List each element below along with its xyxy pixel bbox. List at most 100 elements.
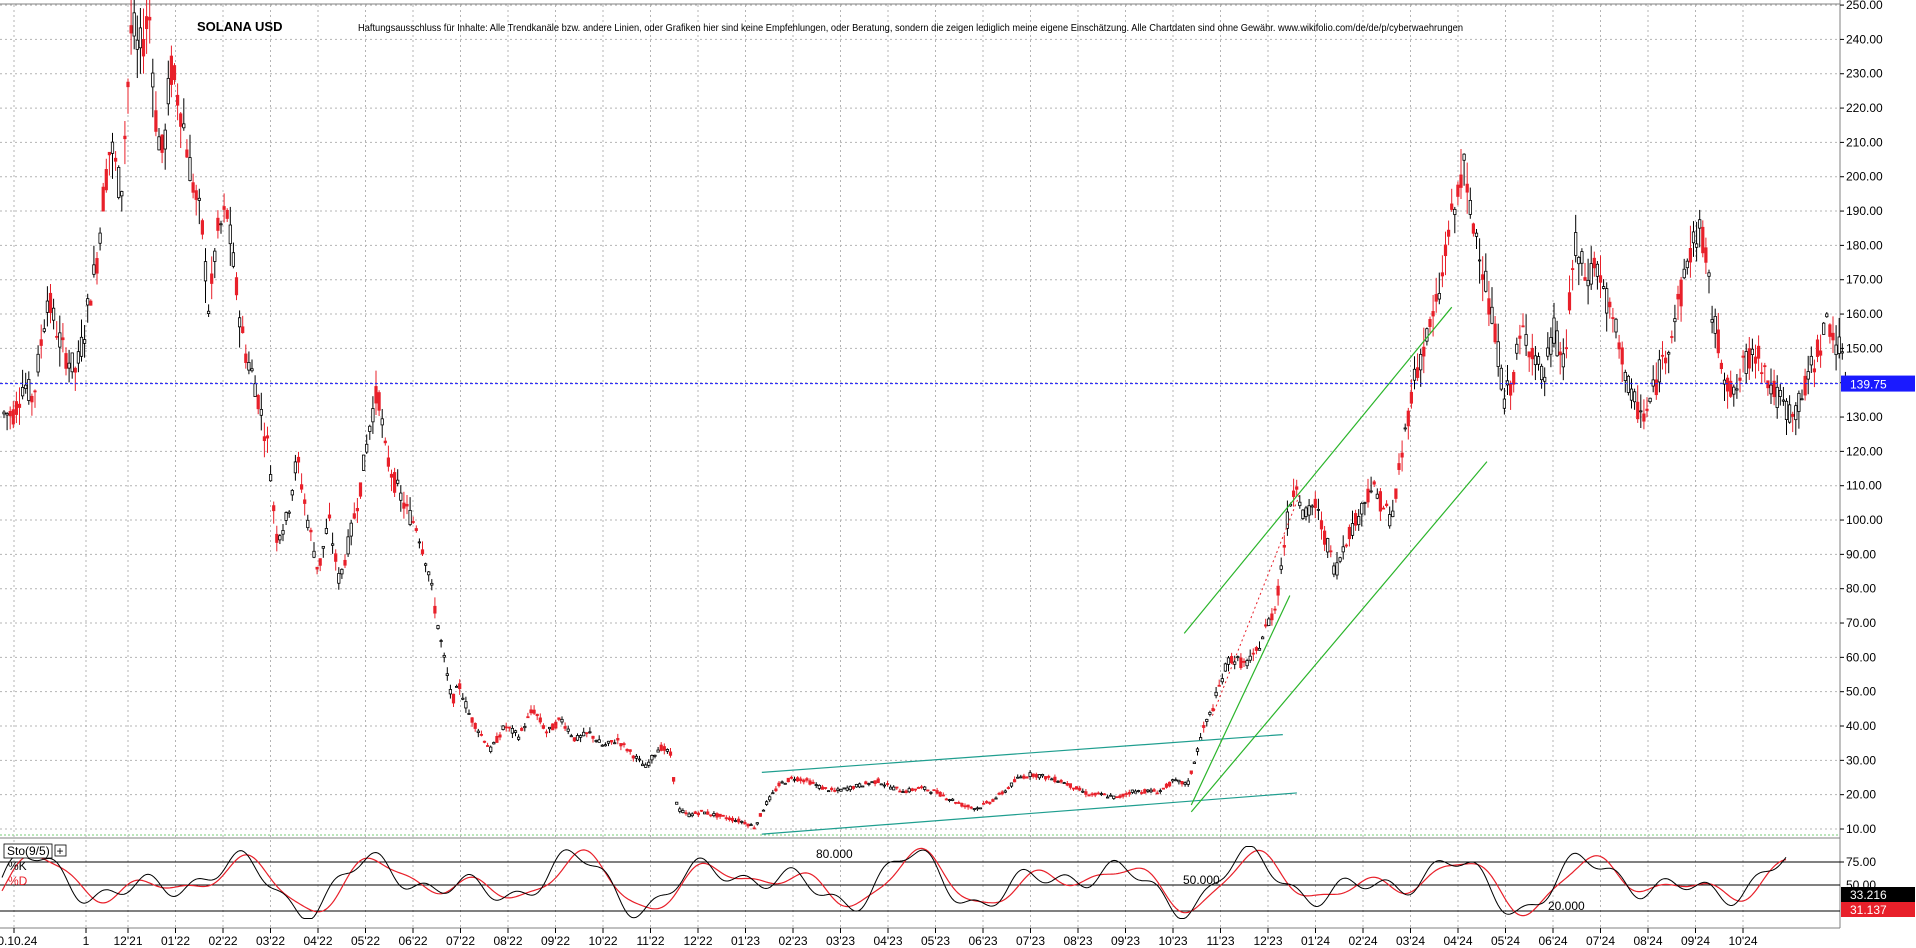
candle-body: [1468, 200, 1472, 215]
candle-body: [411, 521, 415, 523]
candle-body: [157, 136, 161, 151]
candle-body: [805, 778, 809, 781]
candle-body: [1304, 507, 1308, 517]
candle-body: [132, 12, 136, 37]
candle-body: [1344, 544, 1348, 547]
candle-body: [1543, 376, 1547, 382]
candle-body: [1809, 355, 1813, 366]
candle-body: [1781, 399, 1785, 402]
candle-body: [1350, 523, 1355, 536]
candle-body: [1555, 330, 1559, 357]
candle-body: [262, 436, 267, 442]
candle-body: [191, 182, 195, 193]
candle-body: [1130, 789, 1134, 793]
candle-body: [938, 791, 942, 797]
candle-body: [1264, 624, 1268, 627]
candle-body: [619, 743, 623, 747]
candle-body: [389, 473, 394, 478]
candle-body: [765, 801, 769, 805]
candle-body: [144, 16, 149, 30]
y-tick-label: 90.00: [1846, 547, 1876, 561]
candle-body: [498, 734, 502, 738]
candle-body: [1022, 775, 1026, 779]
x-tick-label: 01'23: [731, 934, 760, 948]
candle-body: [1775, 386, 1779, 408]
candle-body: [1478, 259, 1482, 262]
candle-body: [1400, 452, 1404, 458]
candle-body: [1205, 718, 1209, 722]
disclaimer-text: Haftungsausschluss für Inhalte: Alle Tre…: [358, 22, 1463, 34]
candle-body: [141, 39, 146, 57]
candle-body: [213, 250, 217, 262]
candle-body: [1168, 781, 1172, 787]
candle-body: [644, 764, 648, 768]
candle-body: [1034, 774, 1038, 778]
candle-body: [941, 794, 945, 797]
candle-body: [1586, 279, 1590, 287]
candle-body: [1028, 772, 1032, 777]
price-chart: 10.00 20.00 30.00 40.00 50.00 60.00 70.00 80.00…: [0, 0, 1915, 948]
candle-body: [408, 509, 412, 526]
candle-body: [1648, 397, 1652, 403]
candle-body: [1152, 789, 1156, 792]
candle-body: [978, 807, 983, 810]
candle-body: [1636, 401, 1640, 420]
candle-body: [1685, 260, 1689, 269]
candle-body: [876, 778, 880, 783]
candle-body: [1183, 782, 1187, 785]
candle-body: [1251, 652, 1255, 655]
candle-body: [1450, 203, 1454, 210]
candle-body: [678, 808, 682, 812]
candle-body: [110, 141, 115, 154]
trend-channel-line: [1183, 306, 1453, 634]
candle-body: [517, 736, 521, 740]
candle-body: [1428, 319, 1432, 327]
candle-body: [312, 550, 316, 558]
candle-body: [1726, 377, 1730, 392]
x-tick-label: 07'24: [1586, 934, 1615, 948]
candle-body: [582, 731, 586, 737]
candle-body: [895, 786, 899, 789]
candle-body: [1102, 793, 1107, 796]
candle-body: [572, 737, 577, 742]
candle-body: [830, 787, 834, 791]
y-tick-label: 170.00: [1846, 273, 1883, 287]
candle-body: [1822, 322, 1826, 335]
candle-body: [1502, 398, 1506, 409]
candle-body: [510, 727, 515, 734]
candle-body: [1806, 371, 1810, 380]
candle-body: [631, 755, 635, 759]
candle-body: [1515, 343, 1519, 354]
candle-body: [1695, 243, 1699, 248]
candle-body: [247, 362, 251, 371]
candle-body: [1422, 346, 1426, 357]
x-tick-label: 10'23: [1159, 934, 1188, 948]
candle-body: [1406, 410, 1410, 427]
x-tick-label: 04'24: [1444, 934, 1473, 948]
candle-body: [458, 683, 462, 690]
candle-body: [693, 811, 697, 815]
candle-body: [154, 110, 158, 132]
y-tick-label: 160.00: [1846, 307, 1883, 321]
candle-body: [228, 224, 232, 245]
x-tick-label: 12'21: [114, 934, 143, 948]
candle-body: [1155, 792, 1159, 795]
x-tick-label: 07'23: [1016, 934, 1045, 948]
candle-body: [268, 474, 273, 482]
candle-body: [1118, 795, 1122, 798]
candle-body: [526, 716, 530, 719]
candle-body: [1437, 293, 1441, 300]
stochastic-name: Sto(9/5): [7, 844, 50, 858]
candle-body: [451, 693, 456, 704]
candle-body: [222, 206, 226, 210]
candle-body: [169, 55, 173, 85]
trend-channel-line: [761, 792, 1297, 835]
candle-body: [1521, 325, 1525, 328]
y-tick-label: 220.00: [1846, 101, 1883, 115]
x-tick-label: 05'23: [921, 934, 950, 948]
candle-body: [1112, 795, 1116, 799]
candle-body: [1124, 793, 1128, 795]
candle-body: [1465, 183, 1469, 193]
candle-body: [27, 379, 31, 401]
candle-body: [349, 522, 353, 537]
